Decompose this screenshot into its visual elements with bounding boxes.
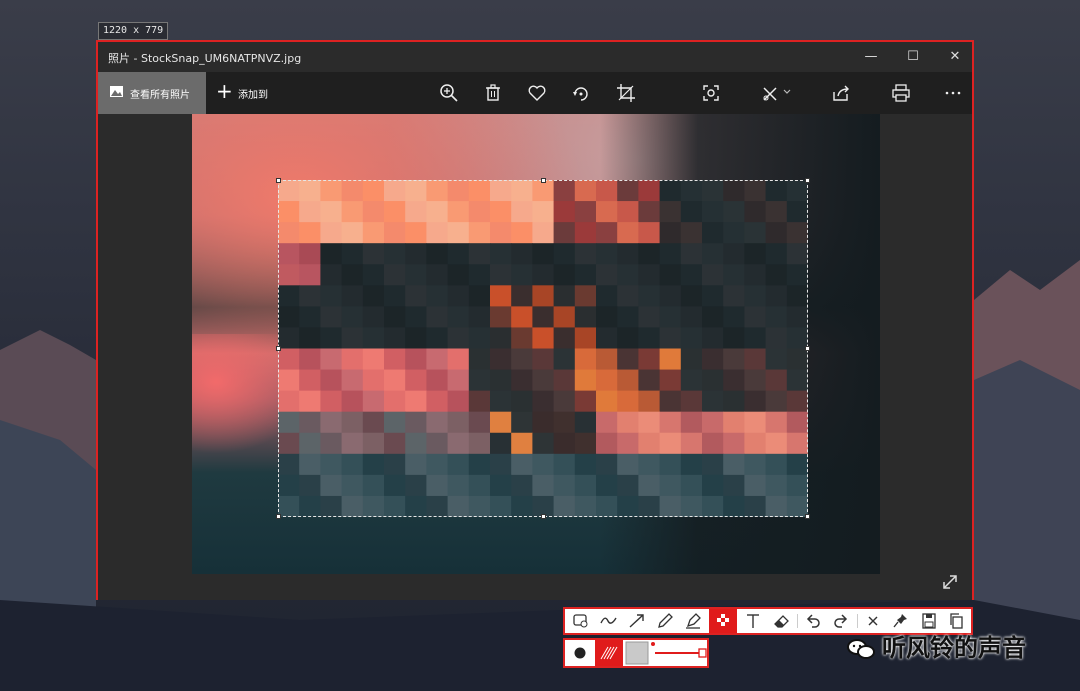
mosaic-icon[interactable] [709, 609, 737, 633]
view-all-photos-label: 查看所有照片 [130, 90, 190, 101]
edit-draw-icon[interactable] [760, 82, 794, 104]
minimize-button[interactable]: — [850, 42, 892, 72]
photos-window: 照片 - StockSnap_UM6NATPNVZ.jpg — ☐ ✕ 查看所有… [96, 40, 974, 600]
image-icon [110, 86, 123, 97]
delete-icon[interactable] [482, 82, 504, 104]
resize-handle[interactable] [276, 178, 281, 183]
resize-handle[interactable] [541, 514, 546, 519]
eraser-icon[interactable] [767, 609, 795, 633]
fullscreen-icon[interactable] [940, 572, 960, 592]
wechat-logo-icon [847, 639, 875, 659]
favorite-icon[interactable] [526, 82, 548, 104]
text-icon[interactable] [739, 609, 767, 633]
window-title: 照片 - StockSnap_UM6NATPNVZ.jpg [108, 52, 302, 65]
highlighter-icon[interactable] [679, 609, 707, 633]
mosaic-pattern-icon[interactable] [595, 640, 623, 666]
toolbar-separator [857, 614, 858, 628]
pencil-icon[interactable] [651, 609, 679, 633]
crop-icon[interactable] [615, 82, 637, 104]
brush-size-dot-icon[interactable] [567, 640, 595, 666]
photo-canvas [98, 114, 972, 600]
view-all-photos-button[interactable]: 查看所有照片 [98, 72, 206, 114]
resize-handle[interactable] [805, 346, 810, 351]
freehand-line-icon[interactable] [595, 609, 623, 633]
resize-handle[interactable] [805, 514, 810, 519]
toolbar-separator [797, 614, 798, 628]
more-icon[interactable] [942, 82, 964, 104]
close-button[interactable]: ✕ [934, 42, 976, 72]
size-slider[interactable] [623, 640, 707, 666]
print-icon[interactable] [890, 82, 912, 104]
style-toolbar [563, 638, 709, 668]
maximize-button[interactable]: ☐ [892, 42, 934, 72]
photo-toolbar: 查看所有照片 + 添加到 [98, 72, 972, 114]
rotate-icon[interactable] [570, 82, 592, 104]
share-icon[interactable] [830, 82, 852, 104]
mosaic-selection-box[interactable] [276, 178, 810, 519]
resize-handle[interactable] [276, 514, 281, 519]
shape-select-icon[interactable] [567, 609, 595, 633]
object-recognize-icon[interactable] [700, 82, 722, 104]
capture-size-label: 1220 x 779 [98, 22, 169, 40]
zoom-in-icon[interactable] [438, 82, 460, 104]
plus-icon: + [216, 79, 233, 103]
resize-handle[interactable] [276, 346, 281, 351]
watermark: 听风铃的声音 [846, 628, 1026, 663]
resize-handle[interactable] [541, 178, 546, 183]
title-bar[interactable]: 照片 - StockSnap_UM6NATPNVZ.jpg — ☐ ✕ [98, 42, 972, 72]
undo-icon[interactable] [799, 609, 827, 633]
arrow-icon[interactable] [623, 609, 651, 633]
photo-image [192, 114, 880, 574]
add-to-label: 添加到 [238, 90, 268, 101]
watermark-text: 听风铃的声音 [882, 634, 1026, 662]
resize-handle[interactable] [805, 178, 810, 183]
